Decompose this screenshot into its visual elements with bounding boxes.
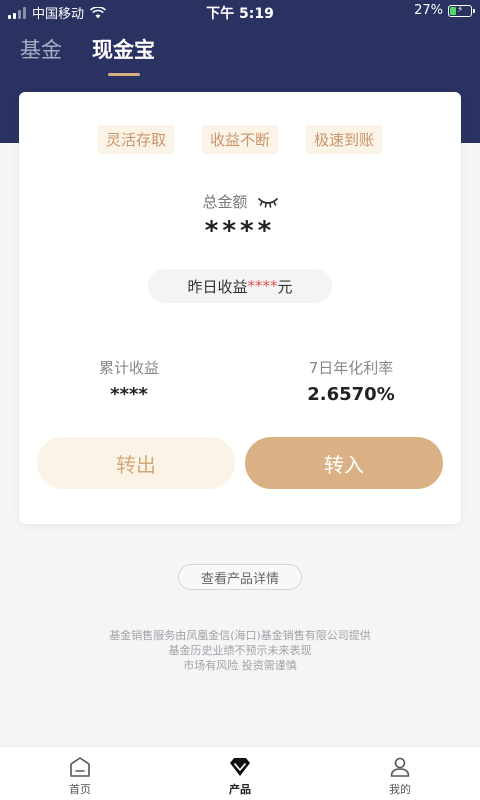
eye-closed-icon[interactable] [257,196,278,208]
tabbar-label: 产品 [229,783,251,796]
yesterday-unit: 元 [277,277,293,296]
product-detail-button[interactable]: 查看产品详情 [178,564,302,590]
cumulative-earnings-label: 累计收益 [98,359,159,377]
feature-tags: 灵活存取 收益不断 极速到账 [19,125,461,154]
seven-day-rate-value: 2.6570% [307,384,395,405]
top-tabs: 基金 现金宝 [20,34,155,64]
feature-tag: 极速到账 [306,125,383,154]
total-amount-value: **** [204,216,276,246]
status-bar: 中国移动 下午 5:19 27% ⚡ [0,0,480,24]
yesterday-masked-value: **** [247,277,278,295]
battery-icon: ⚡ [448,4,475,17]
yesterday-label: 昨日收益 [187,277,248,296]
cumulative-earnings: 累计收益 **** [29,357,229,405]
transfer-in-button[interactable]: 转入 [245,437,443,489]
feature-tag: 收益不断 [201,125,278,154]
account-card: 灵活存取 收益不断 极速到账 总金额 **** 昨日收益 **** 元 累计收益 *… [19,92,461,524]
tabbar-item-mine[interactable]: 我的 [320,747,480,800]
yesterday-earnings-pill: 昨日收益 **** 元 [148,269,332,303]
tabbar-label: 我的 [389,783,411,796]
home-icon [70,757,90,777]
tabbar-item-products[interactable]: 产品 [160,747,320,800]
tabbar-label: 首页 [69,783,91,796]
tab-cash-treasure[interactable]: 现金宝 [92,34,155,64]
status-time: 下午 5:19 [206,6,274,22]
total-label-row: 总金额 [19,191,461,212]
bottom-tab-bar: 首页 产品 我的 [0,746,480,800]
disclaimer-line: 市场有风险 投资需谨慎 [183,659,297,672]
cumulative-earnings-value: **** [110,384,148,405]
total-amount-label: 总金额 [202,193,248,211]
disclaimer-line: 基金历史业绩不预示未来表现 [168,644,312,657]
seven-day-rate: 7日年化利率 2.6570% [251,357,451,405]
battery-percent: 27% [414,3,443,18]
status-right: 27% ⚡ [414,3,475,18]
disclaimer: 基金销售服务由凤凰金信(海口)基金销售有限公司提供 基金历史业绩不预示未来表现 … [0,628,480,673]
seven-day-rate-label: 7日年化利率 [308,359,394,377]
user-icon [390,757,410,777]
transfer-out-button[interactable]: 转出 [37,437,235,489]
tab-fund[interactable]: 基金 [20,34,62,64]
tabbar-item-home[interactable]: 首页 [0,747,160,800]
diamond-icon [230,758,250,776]
feature-tag: 灵活存取 [97,125,174,154]
disclaimer-line: 基金销售服务由凤凰金信(海口)基金销售有限公司提供 [109,629,371,642]
